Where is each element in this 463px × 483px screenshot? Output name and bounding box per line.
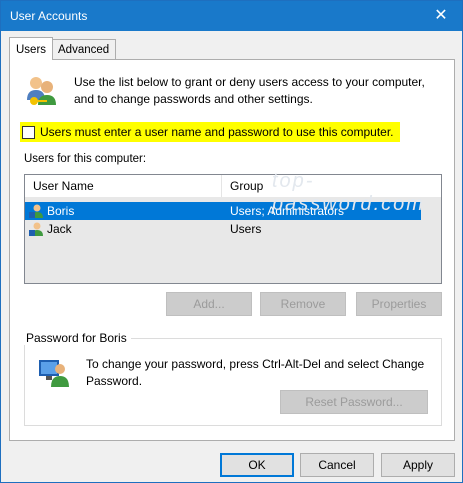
- apply-button[interactable]: Apply: [381, 453, 455, 477]
- password-instruction-text: To change your password, press Ctrl-Alt-…: [86, 357, 425, 388]
- password-user-icon: [39, 360, 69, 387]
- users-listview[interactable]: User Name Group Boris Users; Administrat…: [24, 174, 442, 284]
- user-icon: [29, 204, 43, 218]
- require-login-checkbox[interactable]: [22, 125, 35, 139]
- user-icon: [29, 222, 43, 236]
- close-icon[interactable]: ✕: [426, 3, 456, 29]
- ok-button[interactable]: OK: [220, 453, 294, 477]
- password-group-title: Password for Boris: [24, 331, 131, 345]
- window-title: User Accounts: [10, 9, 88, 23]
- reset-password-button[interactable]: Reset Password...: [280, 390, 428, 414]
- properties-button[interactable]: Properties: [356, 292, 442, 316]
- column-group[interactable]: Group: [230, 179, 263, 193]
- user-accounts-window: User Accounts ✕ Users Advanced Use the l…: [0, 0, 463, 483]
- add-button[interactable]: Add...: [166, 292, 252, 316]
- users-icon: [27, 77, 56, 105]
- require-login-label: Users must enter a user name and passwor…: [40, 125, 394, 139]
- intro-text: Use the list below to grant or deny user…: [74, 75, 425, 106]
- remove-button[interactable]: Remove: [260, 292, 346, 316]
- require-login-row[interactable]: Users must enter a user name and passwor…: [20, 122, 400, 142]
- title-bar: User Accounts ✕: [1, 1, 462, 31]
- column-separator: [221, 175, 222, 197]
- user-name-cell: Boris: [47, 204, 75, 218]
- user-name-cell: Jack: [47, 222, 72, 236]
- cancel-button[interactable]: Cancel: [300, 453, 374, 477]
- user-group-cell: Users: [230, 222, 262, 236]
- tab-users[interactable]: Users: [9, 37, 54, 60]
- tab-advanced[interactable]: Advanced: [51, 39, 117, 60]
- listview-header: User Name Group: [25, 175, 441, 197]
- column-user-name[interactable]: User Name: [33, 179, 94, 193]
- listview-scrollbar[interactable]: [423, 197, 441, 283]
- user-group-cell: Users; Administrators: [230, 204, 345, 218]
- table-row[interactable]: Boris Users; Administrators: [25, 202, 421, 220]
- table-row[interactable]: Jack Users: [25, 220, 421, 238]
- users-list-label: Users for this computer:: [24, 153, 147, 165]
- users-tab-panel: Use the list below to grant or deny user…: [9, 59, 455, 441]
